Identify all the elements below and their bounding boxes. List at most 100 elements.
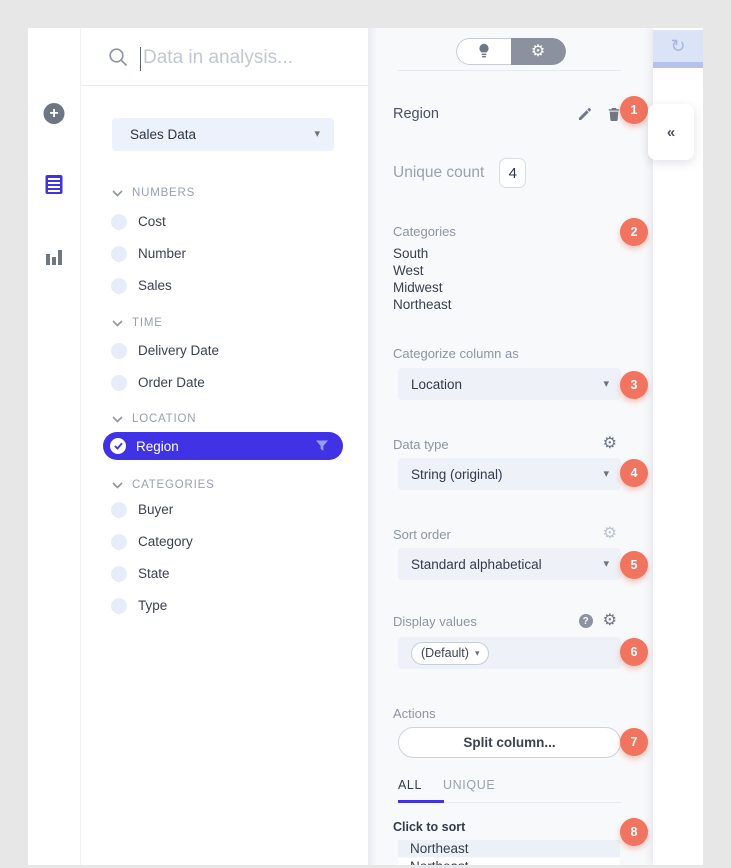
- column-label: Buyer: [138, 502, 173, 517]
- icon-rail: +: [28, 28, 80, 865]
- active-tab-underline: [398, 800, 444, 803]
- column-checkbox[interactable]: [111, 534, 127, 550]
- categorize-label: Categorize column as: [393, 346, 519, 361]
- column-label: Category: [138, 534, 193, 549]
- value-row[interactable]: Northeast: [398, 858, 620, 865]
- unique-count-value: 4: [499, 158, 526, 188]
- categorize-value: Location: [411, 377, 603, 392]
- refresh-icon[interactable]: ↻: [670, 36, 685, 57]
- click-to-sort-header[interactable]: Click to sort: [393, 820, 465, 834]
- display-values-field: (Default) ▾: [398, 637, 621, 669]
- collapse-icon: «: [667, 124, 675, 141]
- column-item-cost[interactable]: Cost: [111, 213, 166, 230]
- divider: [81, 85, 368, 86]
- data-list-icon[interactable]: [45, 174, 64, 195]
- insights-toggle[interactable]: [456, 38, 511, 65]
- dataset-name: Sales Data: [130, 127, 314, 142]
- tab-all[interactable]: ALL: [398, 778, 422, 792]
- dataset-selector[interactable]: Sales Data ▾: [112, 118, 334, 151]
- categorize-select[interactable]: Location ▾: [398, 368, 621, 400]
- group-label: NUMBERS: [132, 187, 195, 199]
- value-row[interactable]: Northeast: [398, 840, 620, 857]
- column-item-order-date[interactable]: Order Date: [111, 374, 205, 391]
- column-item-state[interactable]: State: [111, 565, 170, 582]
- group-header-time[interactable]: TIME: [112, 316, 163, 330]
- help-icon[interactable]: ?: [579, 614, 593, 628]
- column-checkbox[interactable]: [111, 598, 127, 614]
- check-circle-icon: [110, 438, 126, 454]
- gear-icon: ⚙: [531, 44, 545, 60]
- lightbulb-icon: [478, 43, 490, 60]
- edit-pencil-icon[interactable]: [577, 107, 592, 122]
- group-header-numbers[interactable]: NUMBERS: [112, 186, 195, 200]
- category-value: West: [393, 262, 452, 279]
- column-checkbox[interactable]: [111, 343, 127, 359]
- column-checkbox[interactable]: [111, 214, 127, 230]
- display-values-label: Display values: [393, 614, 579, 629]
- actions-label: Actions: [393, 706, 436, 721]
- sort-order-select[interactable]: Standard alphabetical ▾: [398, 548, 621, 580]
- toolbar-accent-strip: [653, 62, 703, 68]
- categories-list: South West Midwest Northeast: [393, 245, 452, 313]
- chart-icon[interactable]: [45, 248, 63, 266]
- data-type-gear-icon[interactable]: ⚙: [603, 436, 617, 452]
- column-settings-panel: ⚙ Region Unique count 4 Categories South…: [368, 28, 653, 865]
- column-item-buyer[interactable]: Buyer: [111, 501, 173, 518]
- data-type-select[interactable]: String (original) ▾: [398, 458, 621, 490]
- column-checkbox[interactable]: [111, 375, 127, 391]
- caret-down-icon: ▾: [603, 469, 609, 480]
- divider: [398, 70, 621, 71]
- annotation-badge-1: 1: [620, 96, 648, 124]
- delete-trash-icon[interactable]: [607, 107, 621, 122]
- caret-down-icon: ▾: [314, 129, 320, 140]
- column-title: Region: [393, 106, 562, 122]
- collapse-panel-button[interactable]: «: [648, 104, 694, 160]
- column-label: Order Date: [138, 375, 205, 390]
- column-checkbox[interactable]: [111, 566, 127, 582]
- display-values-chip[interactable]: (Default) ▾: [411, 642, 489, 665]
- annotation-badge-5: 5: [620, 551, 648, 579]
- annotation-badge-7: 7: [620, 728, 648, 756]
- search-icon: [108, 47, 129, 73]
- column-label: Delivery Date: [138, 343, 219, 358]
- chevron-down-icon: [112, 482, 123, 489]
- caret-down-icon: ▾: [603, 559, 609, 570]
- search-input[interactable]: [143, 42, 338, 74]
- annotation-badge-8: 8: [620, 818, 648, 846]
- add-icon[interactable]: +: [44, 103, 65, 124]
- column-label: Cost: [138, 214, 166, 229]
- column-label: State: [138, 566, 170, 581]
- values-tabs: ALL UNIQUE: [398, 778, 495, 792]
- unique-count-label: Unique count: [393, 164, 484, 182]
- caret-down-icon: ▾: [475, 649, 480, 658]
- group-label: CATEGORIES: [132, 479, 215, 491]
- column-item-type[interactable]: Type: [111, 597, 167, 614]
- column-label: Number: [138, 246, 186, 261]
- tab-unique[interactable]: UNIQUE: [443, 778, 495, 792]
- data-type-value: String (original): [411, 467, 603, 482]
- category-value: Northeast: [393, 296, 452, 313]
- group-header-location[interactable]: LOCATION: [112, 412, 196, 426]
- group-label: LOCATION: [132, 413, 196, 425]
- chart-glyph: [45, 248, 63, 266]
- group-header-categories[interactable]: CATEGORIES: [112, 478, 215, 492]
- column-checkbox[interactable]: [111, 278, 127, 294]
- annotation-badge-2: 2: [620, 218, 648, 246]
- settings-toggle[interactable]: ⚙: [511, 38, 566, 65]
- chevron-down-icon: [112, 190, 123, 197]
- filter-funnel-icon[interactable]: [315, 440, 329, 452]
- sort-order-gear-icon[interactable]: ⚙: [603, 526, 617, 542]
- column-checkbox[interactable]: [111, 246, 127, 262]
- column-item-delivery-date[interactable]: Delivery Date: [111, 342, 219, 359]
- category-value: Midwest: [393, 279, 452, 296]
- split-column-button[interactable]: Split column...: [398, 727, 621, 758]
- column-item-category[interactable]: Category: [111, 533, 193, 550]
- column-item-number[interactable]: Number: [111, 245, 186, 262]
- caret-down-icon: ▾: [603, 379, 609, 390]
- column-checkbox[interactable]: [111, 502, 127, 518]
- column-item-region-selected[interactable]: Region: [103, 432, 343, 460]
- column-label: Region: [136, 439, 315, 454]
- column-item-sales[interactable]: Sales: [111, 277, 172, 294]
- panel-view-toggle: ⚙: [456, 38, 566, 65]
- display-values-gear-icon[interactable]: ⚙: [603, 613, 617, 629]
